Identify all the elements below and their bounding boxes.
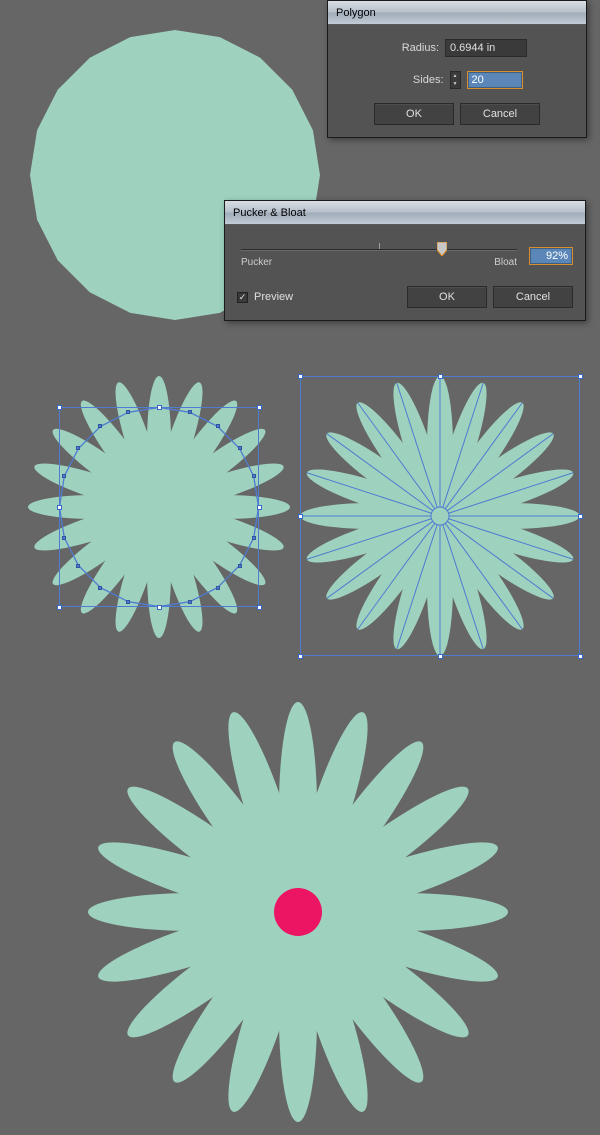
cancel-button[interactable]: Cancel xyxy=(493,286,573,308)
stepper-down-icon[interactable]: ▼ xyxy=(451,80,460,88)
sides-input[interactable] xyxy=(467,71,523,89)
pucker-bloat-dialog: Pucker & Bloat Pucker Bloat ✓ xyxy=(224,200,586,321)
ok-button[interactable]: OK xyxy=(374,103,454,125)
selection-handle[interactable] xyxy=(298,374,303,379)
dialog-title: Pucker & Bloat xyxy=(233,207,306,219)
anchor-point[interactable] xyxy=(252,474,256,478)
selection-handle[interactable] xyxy=(578,374,583,379)
anchor-point[interactable] xyxy=(252,536,256,540)
flower-with-center xyxy=(88,702,508,1122)
selection-handle[interactable] xyxy=(57,405,62,410)
anchor-point[interactable] xyxy=(157,605,161,609)
anchor-point[interactable] xyxy=(76,446,80,450)
pucker-label: Pucker xyxy=(241,257,272,268)
selection-handle[interactable] xyxy=(57,605,62,610)
sides-label: Sides: xyxy=(392,74,444,86)
anchor-point[interactable] xyxy=(188,410,192,414)
dialog-titlebar[interactable]: Polygon xyxy=(328,1,586,25)
anchor-point[interactable] xyxy=(57,505,61,509)
preview-label: Preview xyxy=(254,291,293,303)
preview-checkbox[interactable]: ✓ Preview xyxy=(237,291,293,303)
ok-button[interactable]: OK xyxy=(407,286,487,308)
selection-handle[interactable] xyxy=(298,654,303,659)
anchor-point[interactable] xyxy=(62,474,66,478)
cancel-button[interactable]: Cancel xyxy=(460,103,540,125)
anchor-point[interactable] xyxy=(98,586,102,590)
slider-center-tick xyxy=(379,243,380,249)
pucker-bloat-input[interactable] xyxy=(529,247,573,265)
selection-handle[interactable] xyxy=(257,605,262,610)
anchor-point[interactable] xyxy=(76,564,80,568)
anchor-point[interactable] xyxy=(216,586,220,590)
bloat-label: Bloat xyxy=(494,257,517,268)
anchor-point[interactable] xyxy=(157,405,161,409)
flower-center xyxy=(274,888,322,936)
polygon-dialog: Polygon Radius: Sides: ▲ ▼ OK Cancel xyxy=(327,0,587,138)
anchor-point[interactable] xyxy=(238,564,242,568)
anchor-point[interactable] xyxy=(216,424,220,428)
anchor-point[interactable] xyxy=(238,446,242,450)
anchor-point[interactable] xyxy=(126,410,130,414)
dialog-title: Polygon xyxy=(336,7,376,19)
selection-handle[interactable] xyxy=(578,654,583,659)
selection-handle[interactable] xyxy=(257,405,262,410)
anchor-point[interactable] xyxy=(98,424,102,428)
flower-with-polygon-selection[interactable] xyxy=(28,376,290,638)
checkmark-icon: ✓ xyxy=(237,292,248,303)
slider-thumb[interactable] xyxy=(437,242,447,256)
stepper-up-icon[interactable]: ▲ xyxy=(451,72,460,80)
anchor-point[interactable] xyxy=(126,600,130,604)
flower-with-path-selection[interactable] xyxy=(300,376,580,656)
radius-label: Radius: xyxy=(387,42,439,54)
dialog-titlebar[interactable]: Pucker & Bloat xyxy=(225,201,585,225)
pucker-bloat-slider[interactable]: Pucker Bloat xyxy=(241,249,517,268)
anchor-point[interactable] xyxy=(62,536,66,540)
radius-input[interactable] xyxy=(445,39,527,57)
anchor-point[interactable] xyxy=(257,505,261,509)
sides-stepper[interactable]: ▲ ▼ xyxy=(450,71,461,89)
anchor-point[interactable] xyxy=(188,600,192,604)
